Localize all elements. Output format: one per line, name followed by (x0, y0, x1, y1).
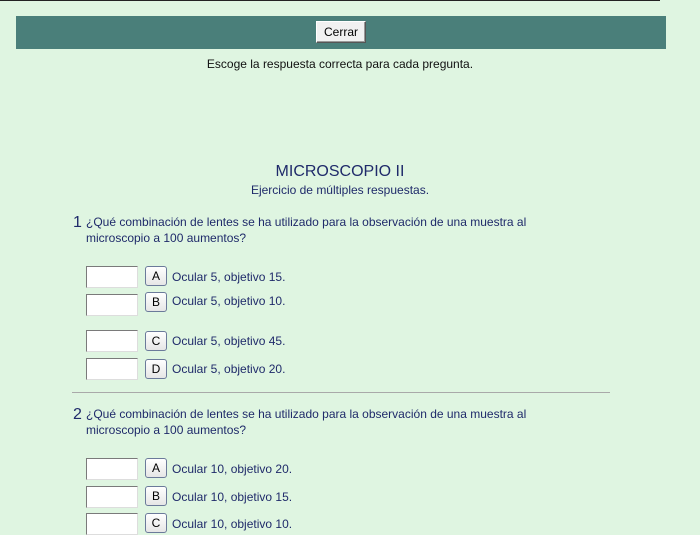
option-a-text: Ocular 5, objetivo 15. (172, 270, 286, 284)
instruction-text: Escoge la respuesta correcta para cada p… (206, 57, 474, 71)
answer-input-a[interactable] (86, 458, 138, 480)
option-d-button[interactable]: D (145, 359, 167, 379)
option-b-text: Ocular 5, objetivo 10. (172, 294, 286, 308)
option-a-button[interactable]: A (145, 458, 167, 478)
close-button[interactable]: Cerrar (316, 21, 366, 43)
option-c-button[interactable]: C (145, 513, 167, 533)
question-text: ¿Qué combinación de lentes se ha utiliza… (86, 407, 527, 437)
question-number: 2 (73, 406, 82, 423)
option-b-button[interactable]: B (145, 486, 167, 506)
question-divider (72, 392, 610, 393)
answer-input-a[interactable] (86, 266, 138, 288)
answer-input-c[interactable] (86, 330, 138, 352)
option-a-text: Ocular 10, objetivo 20. (172, 462, 293, 476)
option-b-text: Ocular 10, objetivo 15. (172, 490, 293, 504)
quiz-title: MICROSCOPIO II (275, 163, 405, 180)
option-c-text: Ocular 10, objetivo 10. (172, 517, 293, 531)
answer-input-b[interactable] (86, 486, 138, 508)
option-b-button[interactable]: B (145, 292, 167, 312)
question-number: 1 (73, 214, 82, 231)
option-a-button[interactable]: A (145, 266, 167, 286)
top-rule (0, 0, 660, 1)
option-c-text: Ocular 5, objetivo 45. (172, 334, 286, 348)
answer-input-c[interactable] (86, 513, 138, 535)
quiz-subtitle: Ejercicio de múltiples respuestas. (250, 183, 430, 197)
answer-input-b[interactable] (86, 294, 138, 316)
question-text: ¿Qué combinación de lentes se ha utiliza… (86, 215, 527, 245)
option-d-text: Ocular 5, objetivo 20. (172, 362, 286, 376)
option-c-button[interactable]: C (145, 331, 167, 351)
answer-input-d[interactable] (86, 358, 138, 380)
